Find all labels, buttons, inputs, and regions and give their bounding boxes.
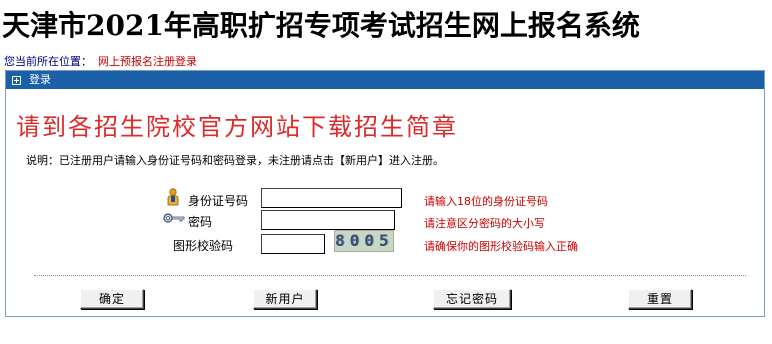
new-user-button[interactable]: 新用户 <box>253 289 317 309</box>
breadcrumb-prefix: 您当前所在位置： <box>4 55 92 68</box>
system-title: 天津市2021年高职扩招专项考试招生网上报名系统 <box>2 9 640 42</box>
captcha-label: 图形校验码 <box>173 239 234 253</box>
captcha-input[interactable] <box>261 234 325 254</box>
id-number-input[interactable] <box>261 188 402 208</box>
breadcrumb: 您当前所在位置： 网上预报名注册登录 <box>4 53 197 69</box>
person-icon <box>167 188 179 206</box>
panel-title: 登录 <box>29 73 51 86</box>
id-number-hint: 请输入18位的身份证号码 <box>424 195 548 208</box>
captcha-hint: 请确保你的图形校验码输入正确 <box>424 240 578 253</box>
id-number-label: 身份证号码 <box>188 194 249 208</box>
password-hint: 请注意区分密码的大小写 <box>424 217 545 230</box>
confirm-button[interactable]: 确定 <box>80 289 144 309</box>
password-label: 密码 <box>188 215 213 229</box>
password-input[interactable] <box>261 210 395 230</box>
login-panel: 登录 请到各招生院校官方网站下载招生简章 说明：已注册用户请输入身份证号码和密码… <box>5 70 765 317</box>
panel-header: 登录 <box>6 71 764 89</box>
page: 天津市2021年高职扩招专项考试招生网上报名系统 您当前所在位置： 网上预报名注册… <box>0 0 772 344</box>
explanation-text: 说明：已注册用户请输入身份证号码和密码登录，未注册请点击【新用户】进入注册。 <box>26 154 444 167</box>
key-icon <box>163 213 185 223</box>
forgot-password-button[interactable]: 忘记密码 <box>433 289 511 309</box>
expand-icon[interactable] <box>12 75 21 85</box>
divider <box>34 275 746 276</box>
breadcrumb-current[interactable]: 网上预报名注册登录 <box>98 55 197 68</box>
reset-button[interactable]: 重置 <box>628 289 692 309</box>
notice-banner: 请到各招生院校官方网站下载招生简章 <box>16 113 458 141</box>
captcha-image[interactable]: 8005 <box>334 230 394 252</box>
